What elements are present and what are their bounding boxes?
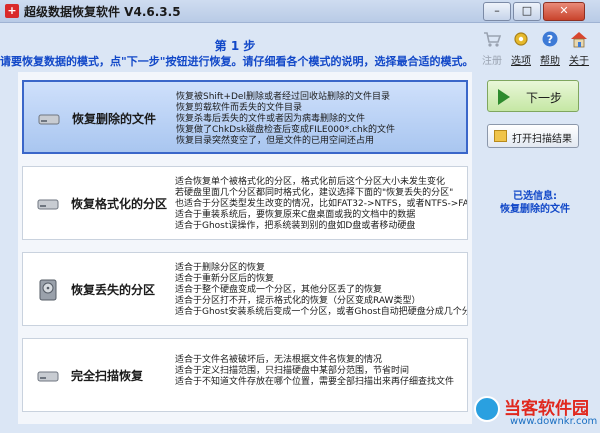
folder-icon bbox=[494, 130, 507, 142]
window-title: 超级数据恢复软件 V4.6.3.5 bbox=[24, 5, 181, 19]
mode-name: 恢复格式化的分区 bbox=[71, 197, 168, 211]
mode-full-scan[interactable]: 完全扫描恢复 适合于文件名被破坏后，无法根据文件名恢复的情况 适合于定义扫描范围… bbox=[22, 338, 468, 412]
home-icon bbox=[571, 32, 587, 48]
mode-recover-formatted[interactable]: 恢复格式化的分区 适合恢复单个被格式化的分区，格式化前后这个分区大小未发生变化 … bbox=[22, 166, 468, 240]
help-icon: ? bbox=[542, 31, 558, 47]
watermark-url: www.downkr.com bbox=[510, 416, 598, 427]
hard-disk-icon bbox=[38, 114, 60, 125]
selected-info-label: 已选信息: bbox=[513, 191, 557, 202]
cart-icon bbox=[484, 32, 502, 47]
mode-name: 完全扫描恢复 bbox=[71, 369, 144, 383]
mode-recover-lost-partition[interactable]: 恢复丢失的分区 适合于删除分区的恢复 适合于重新分区后的恢复 适合于整个硬盘变成… bbox=[22, 252, 468, 326]
selected-info-value: 恢复删除的文件 bbox=[500, 204, 570, 215]
minimize-button[interactable]: – bbox=[483, 2, 511, 21]
arrow-right-icon bbox=[498, 89, 510, 105]
next-step-label: 下一步 bbox=[526, 91, 563, 105]
mode-description: 适合恢复单个被格式化的分区，格式化前后这个分区大小未发生变化 若硬盘里面几个分区… bbox=[175, 177, 468, 231]
hard-disk-icon bbox=[37, 371, 59, 382]
mode-recover-deleted[interactable]: 恢复删除的文件 恢复被Shift+Del删除或者经过回收站删除的文件目录 恢复剪… bbox=[22, 80, 468, 154]
open-scan-results-button[interactable]: 打开扫描结果 bbox=[487, 124, 579, 148]
options-toolbar-item[interactable]: 选项 bbox=[505, 30, 537, 67]
mode-name: 恢复删除的文件 bbox=[72, 112, 157, 126]
step-instructions: 请要恢复数据的模式，点"下一步"按钮进行恢复。请仔细看各个模式的说明，选择最合适… bbox=[0, 55, 474, 68]
open-scan-results-label: 打开扫描结果 bbox=[512, 134, 572, 145]
next-step-button[interactable]: 下一步 bbox=[487, 80, 579, 112]
gear-icon bbox=[514, 32, 528, 46]
close-button[interactable]: ✕ bbox=[543, 2, 585, 21]
svg-text:?: ? bbox=[547, 33, 553, 46]
mode-name: 恢复丢失的分区 bbox=[71, 283, 156, 297]
about-toolbar-item[interactable]: 关于 bbox=[563, 30, 595, 67]
watermark-logo-icon bbox=[474, 396, 500, 422]
watermark: 当客软件园 www.downkr.com bbox=[470, 390, 600, 433]
app-icon: + bbox=[5, 4, 19, 18]
step-title: 第 1 步 bbox=[214, 39, 256, 53]
selected-info: 已选信息: 恢复删除的文件 bbox=[480, 190, 590, 216]
mode-description: 适合于删除分区的恢复 适合于重新分区后的恢复 适合于整个硬盘变成一个分区，其他分… bbox=[175, 263, 468, 317]
mode-description: 适合于文件名被破坏后，无法根据文件名恢复的情况 适合于定义扫描范围，只扫描硬盘中… bbox=[175, 355, 455, 387]
about-label: 关于 bbox=[569, 56, 589, 67]
register-label: 注册 bbox=[482, 56, 502, 67]
hard-disk-icon bbox=[37, 199, 59, 210]
maximize-button[interactable]: □ bbox=[513, 2, 541, 21]
mode-description: 恢复被Shift+Del删除或者经过回收站删除的文件目录 恢复剪载软件而丢失的文… bbox=[176, 92, 395, 146]
register-toolbar-item[interactable]: 注册 bbox=[476, 30, 508, 67]
help-label: 帮助 bbox=[540, 56, 560, 67]
title-bar: + 超级数据恢复软件 V4.6.3.5 – □ ✕ bbox=[0, 0, 600, 23]
help-toolbar-item[interactable]: ? 帮助 bbox=[534, 30, 566, 67]
mode-list: 恢复删除的文件 恢复被Shift+Del删除或者经过回收站删除的文件目录 恢复剪… bbox=[18, 72, 472, 424]
disk-platter-icon bbox=[39, 279, 57, 301]
options-label: 选项 bbox=[511, 56, 531, 67]
